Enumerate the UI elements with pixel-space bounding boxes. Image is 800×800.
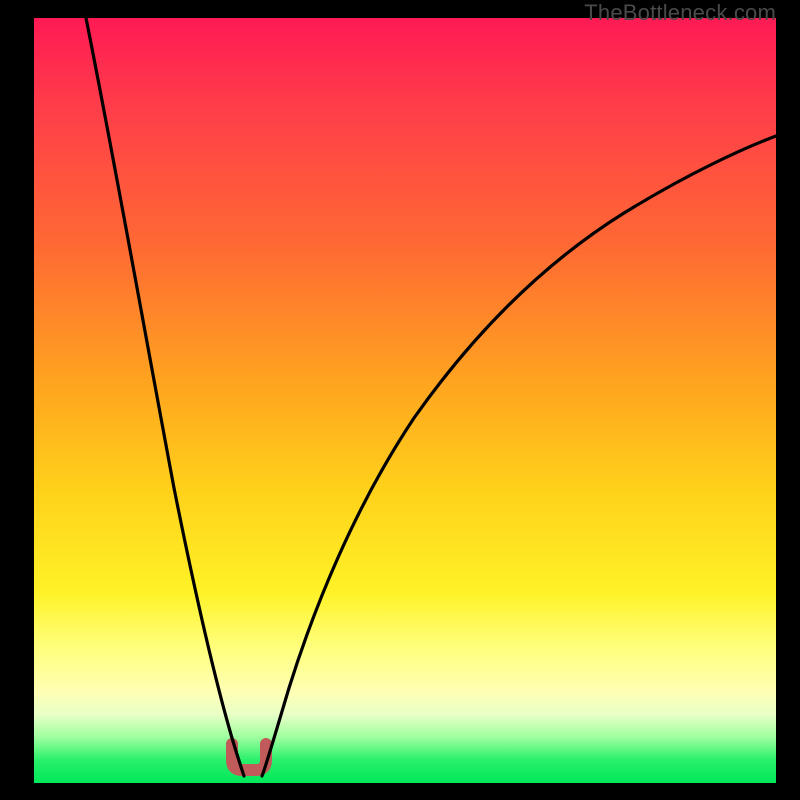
outer-frame: TheBottleneck.com: [0, 0, 800, 800]
right-branch-curve: [262, 136, 776, 776]
watermark-label: TheBottleneck.com: [584, 0, 776, 26]
left-branch-curve: [86, 18, 244, 776]
chart-svg: [34, 18, 776, 783]
